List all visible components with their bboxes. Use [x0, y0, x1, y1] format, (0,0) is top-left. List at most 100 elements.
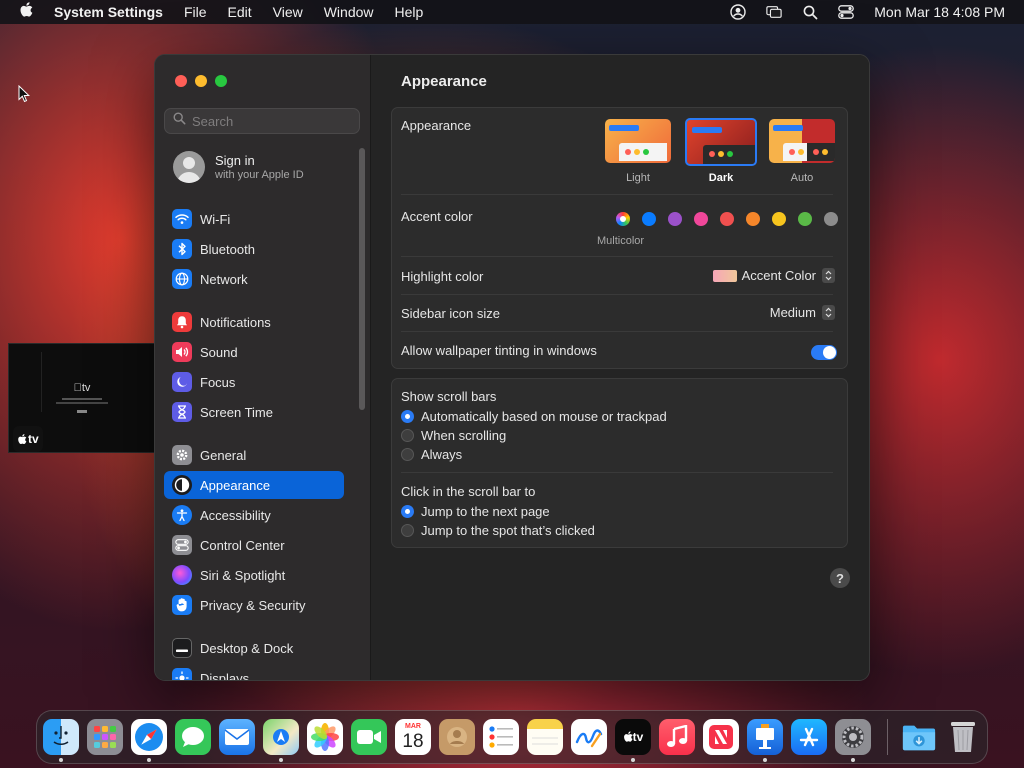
- apple-id-signin[interactable]: Sign in with your Apple ID: [173, 151, 304, 183]
- accent-multicolor-swatch[interactable]: [616, 212, 630, 226]
- facetime-icon[interactable]: [351, 719, 387, 755]
- appearance-auto-option[interactable]: [769, 119, 835, 163]
- running-indicator: [279, 758, 283, 762]
- finder-icon[interactable]: [43, 719, 79, 755]
- music-icon[interactable]: [659, 719, 695, 755]
- accessibility-icon: [172, 505, 192, 525]
- sidebar-item-sound[interactable]: Sound: [164, 338, 344, 366]
- sidebar-item-appearance[interactable]: Appearance: [164, 471, 344, 499]
- sidebar-icon-size-popup[interactable]: Medium: [770, 305, 835, 320]
- messages-icon[interactable]: [175, 719, 211, 755]
- contacts-icon[interactable]: [439, 719, 475, 755]
- click-scroll-bar-label: Click in the scroll bar to: [401, 484, 536, 499]
- menu-window[interactable]: Window: [324, 4, 374, 20]
- dock-separator: [887, 719, 888, 755]
- dock: MAR 18 tv: [36, 710, 988, 764]
- search-input[interactable]: [190, 112, 354, 130]
- sidebar-icon-size-label: Sidebar icon size: [401, 306, 500, 321]
- maps-icon[interactable]: [263, 719, 299, 755]
- appearance-light-option[interactable]: [605, 119, 671, 163]
- menu-clock[interactable]: Mon Mar 18 4:08 PM: [874, 4, 1005, 20]
- control-center-menu-icon[interactable]: [838, 4, 855, 20]
- minimize-window-button[interactable]: [195, 75, 207, 87]
- spotlight-search-icon[interactable]: [802, 4, 818, 20]
- close-window-button[interactable]: [175, 75, 187, 87]
- apple-tv-window-thumbnail[interactable]: tv tv: [8, 343, 156, 453]
- screen-mirroring-icon[interactable]: [766, 4, 782, 20]
- sidebar-scrollbar[interactable]: [359, 148, 365, 410]
- search-field[interactable]: [164, 108, 360, 134]
- menu-edit[interactable]: Edit: [228, 4, 252, 20]
- keynote-icon[interactable]: [747, 719, 783, 755]
- trash-icon[interactable]: [945, 719, 981, 755]
- menu-view[interactable]: View: [273, 4, 303, 20]
- calendar-icon[interactable]: MAR 18: [395, 719, 431, 755]
- speaker-icon: [172, 342, 192, 362]
- sidebar-item-control-center[interactable]: Control Center: [164, 531, 344, 559]
- safari-icon[interactable]: [131, 719, 167, 755]
- sidebar-item-label: Desktop & Dock: [200, 640, 294, 656]
- thumbnail-content: tv: [9, 382, 155, 413]
- menu-bar: System Settings File Edit View Window He…: [0, 0, 1024, 24]
- settings-icon[interactable]: [835, 719, 871, 755]
- launchpad-icon[interactable]: [87, 719, 123, 755]
- sidebar-item-notifications[interactable]: Notifications: [164, 308, 344, 336]
- help-button[interactable]: ?: [830, 568, 850, 588]
- downloads-icon[interactable]: [901, 719, 937, 755]
- radio-button-selected[interactable]: [401, 410, 414, 423]
- sidebar-item-label: Siri & Spotlight: [200, 567, 286, 583]
- highlight-color-popup[interactable]: Accent Color: [712, 268, 835, 283]
- accent-purple-swatch[interactable]: [668, 212, 682, 226]
- appstore-icon[interactable]: [791, 719, 827, 755]
- scrollbar-option-always[interactable]: Always: [401, 447, 462, 462]
- radio-button-selected[interactable]: [401, 505, 414, 518]
- click-option-next-page[interactable]: Jump to the next page: [401, 504, 550, 519]
- appearance-dark-option[interactable]: [685, 118, 757, 166]
- gear-icon: [172, 445, 192, 465]
- wallpaper-tinting-label: Allow wallpaper tinting in windows: [401, 343, 597, 358]
- sidebar-item-label: Accessibility: [200, 507, 271, 523]
- dock-tv-label: tv: [632, 730, 644, 744]
- scrollbar-option-automatic[interactable]: Automatically based on mouse or trackpad: [401, 409, 667, 424]
- sidebar-item-network[interactable]: Network: [164, 265, 344, 293]
- mouse-pointer-icon: [18, 84, 31, 108]
- sidebar-item-bluetooth[interactable]: Bluetooth: [164, 235, 344, 263]
- sidebar-item-privacy-security[interactable]: Privacy & Security: [164, 591, 344, 619]
- sidebar-item-accessibility[interactable]: Accessibility: [164, 501, 344, 529]
- notes-icon[interactable]: [527, 719, 563, 755]
- zoom-window-button[interactable]: [215, 75, 227, 87]
- scrollbar-option-when-scrolling[interactable]: When scrolling: [401, 428, 506, 443]
- accent-blue-swatch[interactable]: [642, 212, 656, 226]
- sidebar-item-desktop-dock[interactable]: Desktop & Dock: [164, 634, 344, 662]
- sidebar-item-displays[interactable]: Displays: [164, 664, 344, 680]
- freeform-icon[interactable]: [571, 719, 607, 755]
- accent-pink-swatch[interactable]: [694, 212, 708, 226]
- sidebar-item-general[interactable]: General: [164, 441, 344, 469]
- click-option-spot-clicked[interactable]: Jump to the spot that’s clicked: [401, 523, 595, 538]
- user-account-icon[interactable]: [730, 4, 746, 20]
- menu-app-name[interactable]: System Settings: [54, 4, 163, 20]
- sidebar-item-focus[interactable]: Focus: [164, 368, 344, 396]
- sidebar-item-label: Focus: [200, 374, 236, 390]
- radio-button[interactable]: [401, 524, 414, 537]
- radio-button[interactable]: [401, 448, 414, 461]
- sidebar-item-wifi[interactable]: Wi-Fi: [164, 205, 344, 233]
- mail-icon[interactable]: [219, 719, 255, 755]
- sidebar-item-screen-time[interactable]: Screen Time: [164, 398, 344, 426]
- apple-menu-icon[interactable]: [18, 2, 34, 22]
- sidebar-item-siri-spotlight[interactable]: Siri & Spotlight: [164, 561, 344, 589]
- radio-button[interactable]: [401, 429, 414, 442]
- accent-red-swatch[interactable]: [720, 212, 734, 226]
- appletv-icon[interactable]: tv: [615, 719, 651, 755]
- accent-orange-swatch[interactable]: [746, 212, 760, 226]
- photos-icon[interactable]: [307, 719, 343, 755]
- menu-file[interactable]: File: [184, 4, 207, 20]
- accent-graphite-swatch[interactable]: [824, 212, 838, 226]
- calendar-day: 18: [402, 731, 424, 752]
- wallpaper-tinting-toggle[interactable]: [811, 345, 837, 360]
- reminders-icon[interactable]: [483, 719, 519, 755]
- menu-help[interactable]: Help: [395, 4, 424, 20]
- news-icon[interactable]: [703, 719, 739, 755]
- accent-yellow-swatch[interactable]: [772, 212, 786, 226]
- accent-green-swatch[interactable]: [798, 212, 812, 226]
